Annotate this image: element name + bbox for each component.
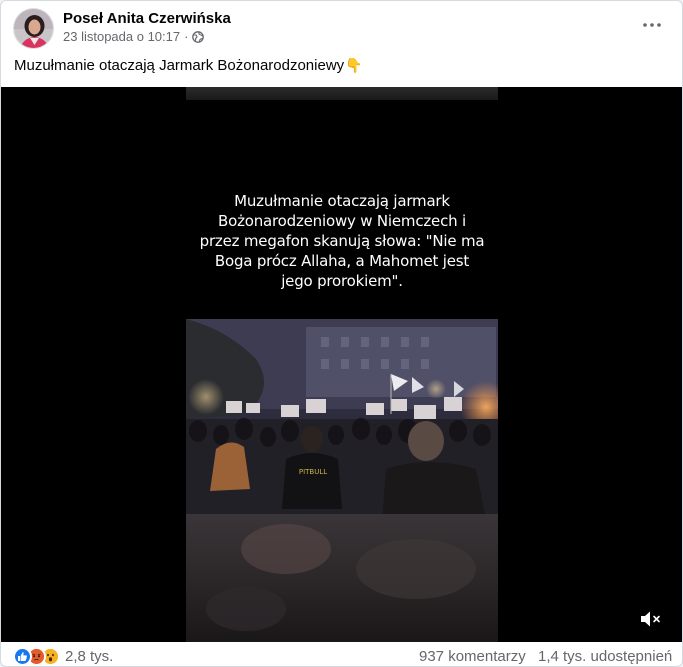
crowd-scene-image: PITBULL — [186, 319, 498, 642]
post-caption: Muzułmanie otaczają Jarmark Bożonarodzon… — [14, 57, 363, 74]
jersey-text: PITBULL — [299, 468, 327, 476]
more-options-icon[interactable] — [636, 11, 668, 39]
overlay-line: jego prorokiem". — [281, 272, 403, 290]
author-avatar[interactable] — [13, 8, 54, 49]
shares-count[interactable]: 1,4 tys. udostępnień — [538, 648, 672, 665]
reaction-count[interactable]: 2,8 tys. — [65, 648, 113, 665]
post-timestamp[interactable]: 23 listopada o 10:17 — [63, 29, 180, 44]
video-top-strip — [186, 87, 498, 100]
video-player[interactable]: Muzułmanie otaczają jarmark Bożonarodzen… — [1, 87, 682, 642]
reactions-summary[interactable]: 2,8 tys. — [13, 647, 113, 666]
caption-text: Muzułmanie otaczają Jarmark Bożonarodzon… — [14, 57, 345, 74]
video-frame: PITBULL — [186, 319, 498, 642]
overlay-line: Muzułmanie otaczają jarmark — [234, 192, 450, 210]
like-icon — [13, 647, 32, 666]
author-name[interactable]: Poseł Anita Czerwińska — [63, 10, 231, 27]
overlay-line: Boga prócz Allaha, a Mahomet jest — [214, 252, 470, 270]
overlay-line: Bożonarodzeniowy w Niemczech i — [218, 212, 466, 230]
post-meta: 23 listopada o 10:17 · — [63, 29, 205, 44]
video-controls-bar — [1, 597, 682, 642]
pointing-down-emoji-icon: 👇 — [345, 57, 363, 73]
globe-icon — [192, 30, 205, 43]
video-overlay-text: Muzułmanie otaczają jarmark Bożonarodzen… — [186, 191, 498, 291]
meta-separator: · — [184, 29, 189, 44]
facebook-post: Poseł Anita Czerwińska 23 listopada o 10… — [0, 0, 683, 667]
comments-count[interactable]: 937 komentarzy — [419, 648, 526, 665]
overlay-line: przez megafon skanują słowa: "Nie ma — [199, 232, 485, 250]
volume-muted-icon[interactable] — [638, 607, 664, 631]
